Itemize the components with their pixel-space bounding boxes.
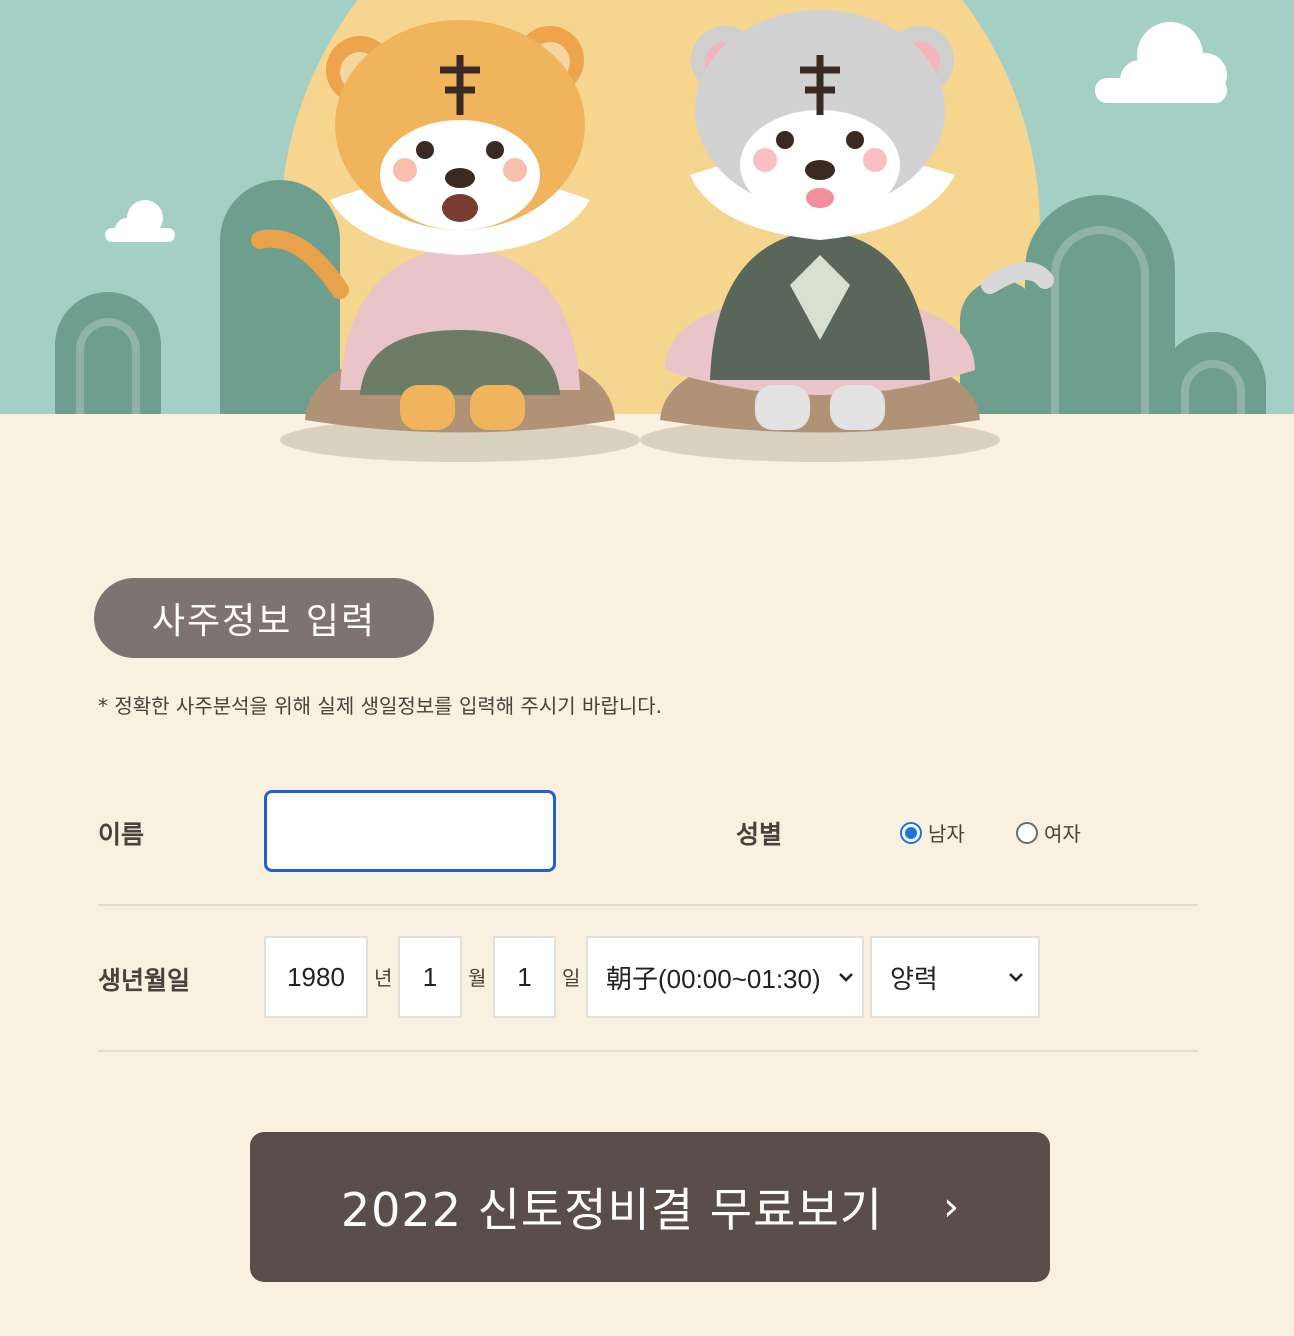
- radio-checked-icon[interactable]: [900, 821, 922, 844]
- birth-year-value: 1980: [287, 961, 345, 992]
- birth-time-value: 朝子(00:00~01:30): [606, 963, 821, 994]
- birth-day-value: 1: [517, 961, 532, 992]
- name-input[interactable]: [264, 790, 556, 872]
- birth-time-select[interactable]: 朝子(00:00~01:30): [586, 936, 864, 1018]
- gender-female-label: 여자: [1044, 822, 1081, 846]
- day-unit: 일: [562, 966, 581, 990]
- gender-option-female[interactable]: 여자: [1016, 818, 1081, 847]
- month-unit: 월: [468, 966, 487, 990]
- gender-label: 성별: [736, 820, 783, 849]
- gender-male-label: 남자: [928, 822, 965, 846]
- year-unit: 년: [374, 966, 393, 990]
- calendar-type-value: 양력: [890, 963, 938, 994]
- hero-banner: [0, 0, 1294, 470]
- name-label: 이름: [98, 820, 145, 849]
- section-title-badge: 사주정보 입력: [94, 578, 434, 658]
- row-divider: [98, 1050, 1198, 1052]
- gender-option-male[interactable]: 남자: [900, 818, 965, 847]
- chevron-down-icon: [1009, 973, 1023, 982]
- birth-month-value: 1: [422, 961, 438, 992]
- radio-unchecked-icon[interactable]: [1016, 821, 1038, 844]
- birth-year-input[interactable]: 1980: [264, 936, 368, 1018]
- row-divider: [98, 904, 1198, 906]
- free-view-button[interactable]: 2022 신토정비결 무료보기 ›: [250, 1132, 1050, 1282]
- tiger-illustration: [0, 0, 1294, 470]
- birth-month-input[interactable]: 1: [398, 936, 462, 1018]
- calendar-type-select[interactable]: 양력: [870, 936, 1040, 1018]
- chevron-right-icon: ›: [943, 1184, 960, 1230]
- birth-day-input[interactable]: 1: [493, 936, 556, 1018]
- free-view-button-label: 2022 신토정비결 무료보기: [340, 1183, 884, 1237]
- chevron-down-icon: [839, 973, 853, 982]
- notice-text: * 정확한 사주분석을 위해 실제 생일정보를 입력해 주시기 바랍니다.: [98, 694, 663, 718]
- birthdate-label: 생년월일: [98, 966, 191, 995]
